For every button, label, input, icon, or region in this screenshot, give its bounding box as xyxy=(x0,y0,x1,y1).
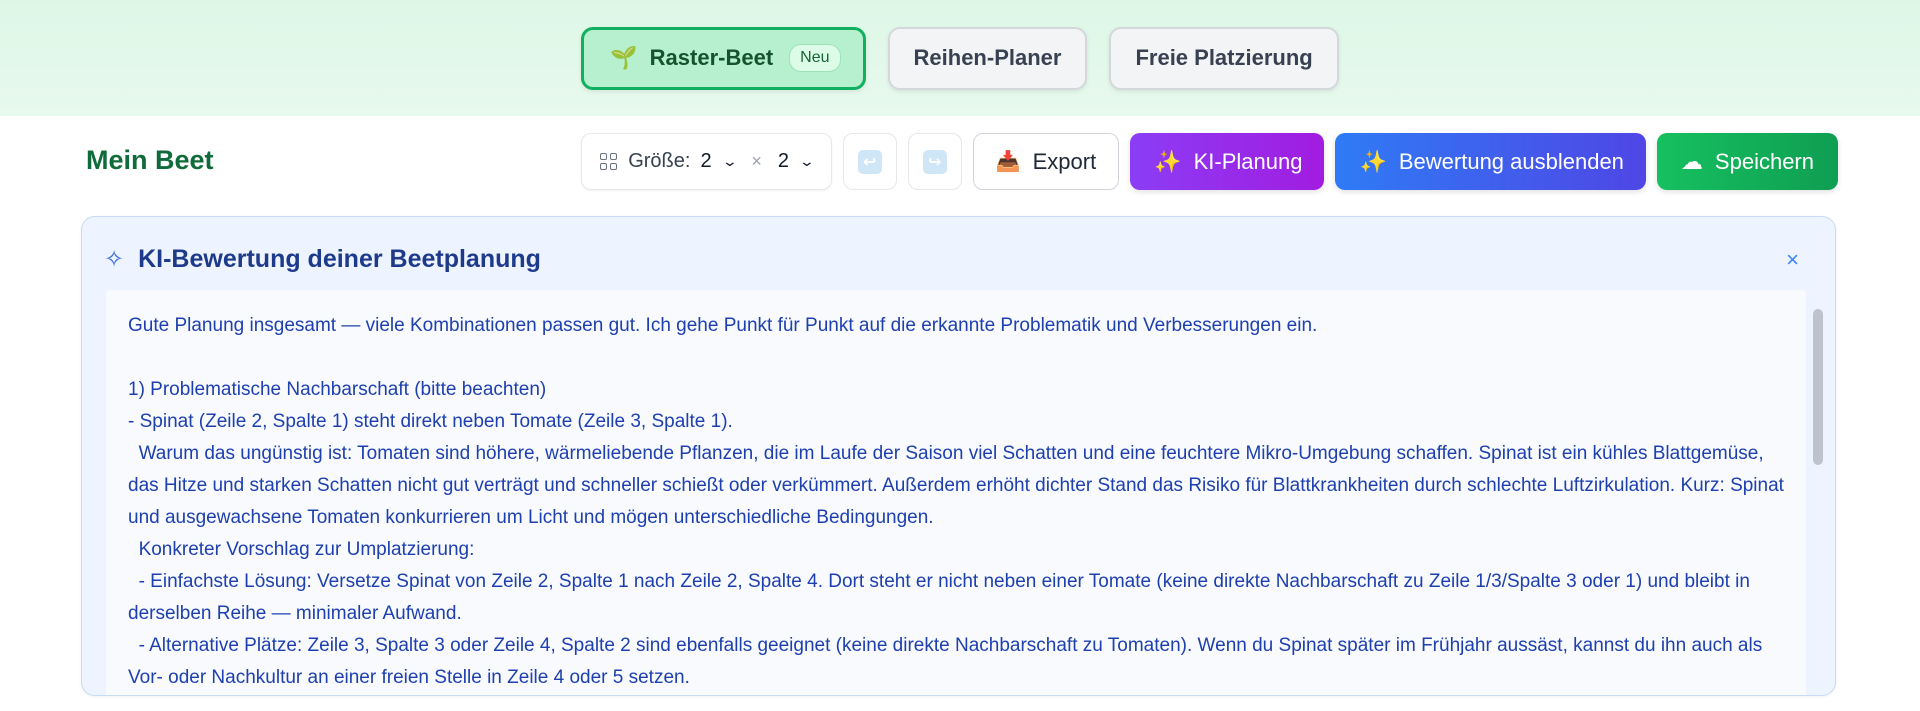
size-label: Größe: xyxy=(628,150,691,172)
redo-button[interactable]: ↪ xyxy=(907,133,962,190)
text-line: Konkreter Vorschlag zur Umplatzierung: xyxy=(128,539,475,560)
grid-icon xyxy=(600,152,618,171)
toolbar: Größe: 2 ⌄ × 2 ⌄ ↩ ↪ 📥 Export ✨ KI-Planu… xyxy=(581,133,1838,190)
cols-value: 2 xyxy=(777,150,789,172)
cols-select[interactable]: 2 ⌄ xyxy=(777,150,816,173)
export-icon: 📥 xyxy=(995,151,1021,173)
bewertung-label: Bewertung ausblenden xyxy=(1398,148,1624,174)
text-line: - Spinat (Zeile 2, Spalte 1) steht direk… xyxy=(128,411,733,432)
mode-selector-bar: 🌱 Raster-Beet Neu Reihen-Planer Freie Pl… xyxy=(0,0,1920,116)
text-line: Warum das ungünstig ist: Tomaten sind hö… xyxy=(128,443,1790,528)
chevron-down-icon: ⌄ xyxy=(798,153,816,169)
undo-icon: ↩ xyxy=(857,149,882,174)
scrollbar-thumb[interactable] xyxy=(1813,309,1823,465)
mode-raster-label: Raster-Beet xyxy=(649,45,774,70)
mode-freie-platzierung-button[interactable]: Freie Platzierung xyxy=(1109,26,1339,90)
ki-planung-label: KI-Planung xyxy=(1193,148,1303,174)
save-label: Speichern xyxy=(1714,148,1814,174)
chevron-down-icon: ⌄ xyxy=(721,153,738,169)
text-line: - Alternative Plätze: Zeile 3, Spalte 3 … xyxy=(128,635,1768,688)
undo-button[interactable]: ↩ xyxy=(842,133,897,190)
mode-reihen-planer-button[interactable]: Reihen-Planer xyxy=(887,26,1088,90)
page-title: Mein Beet xyxy=(86,145,214,175)
rows-value: 2 xyxy=(700,150,712,172)
panel-title: KI-Bewertung deiner Beetplanung xyxy=(138,245,541,273)
close-icon[interactable]: × xyxy=(1786,247,1799,273)
text-line: 1) Problematische Nachbarschaft (bitte b… xyxy=(128,379,547,400)
sparkles-icon: ✨ xyxy=(1359,148,1387,174)
evaluation-text: Gute Planung insgesamt — viele Kombinati… xyxy=(106,290,1806,695)
cloud-upload-icon: ☁ xyxy=(1680,148,1703,174)
rows-select[interactable]: 2 ⌄ xyxy=(700,150,738,173)
redo-icon: ↪ xyxy=(922,149,947,174)
save-button[interactable]: ☁ Speichern xyxy=(1656,133,1838,190)
text-line: Gute Planung insgesamt — viele Kombinati… xyxy=(128,315,1318,336)
export-label: Export xyxy=(1032,148,1097,174)
new-badge: Neu xyxy=(789,44,841,72)
scrollbar[interactable] xyxy=(1813,294,1823,694)
mode-raster-beet-button[interactable]: 🌱 Raster-Beet Neu xyxy=(581,26,866,90)
size-selector: Größe: 2 ⌄ × 2 ⌄ xyxy=(581,133,832,190)
sparkles-icon: ✧ xyxy=(104,246,125,273)
text-line: - Einfachste Lösung: Versetze Spinat von… xyxy=(128,571,1756,624)
sparkles-icon: ✨ xyxy=(1154,148,1182,174)
ai-evaluation-panel: ✧ KI-Bewertung deiner Beetplanung × Gute… xyxy=(81,216,1836,696)
times-separator: × xyxy=(751,151,762,171)
export-button[interactable]: 📥 Export xyxy=(972,133,1120,190)
panel-header: ✧ KI-Bewertung deiner Beetplanung xyxy=(104,245,541,274)
bewertung-ausblenden-button[interactable]: ✨ Bewertung ausblenden xyxy=(1335,133,1646,190)
ki-planung-button[interactable]: ✨ KI-Planung xyxy=(1130,133,1325,190)
mode-reihen-label: Reihen-Planer xyxy=(913,45,1062,70)
sprout-icon: 🌱 xyxy=(610,45,638,70)
mode-frei-label: Freie Platzierung xyxy=(1135,45,1313,70)
